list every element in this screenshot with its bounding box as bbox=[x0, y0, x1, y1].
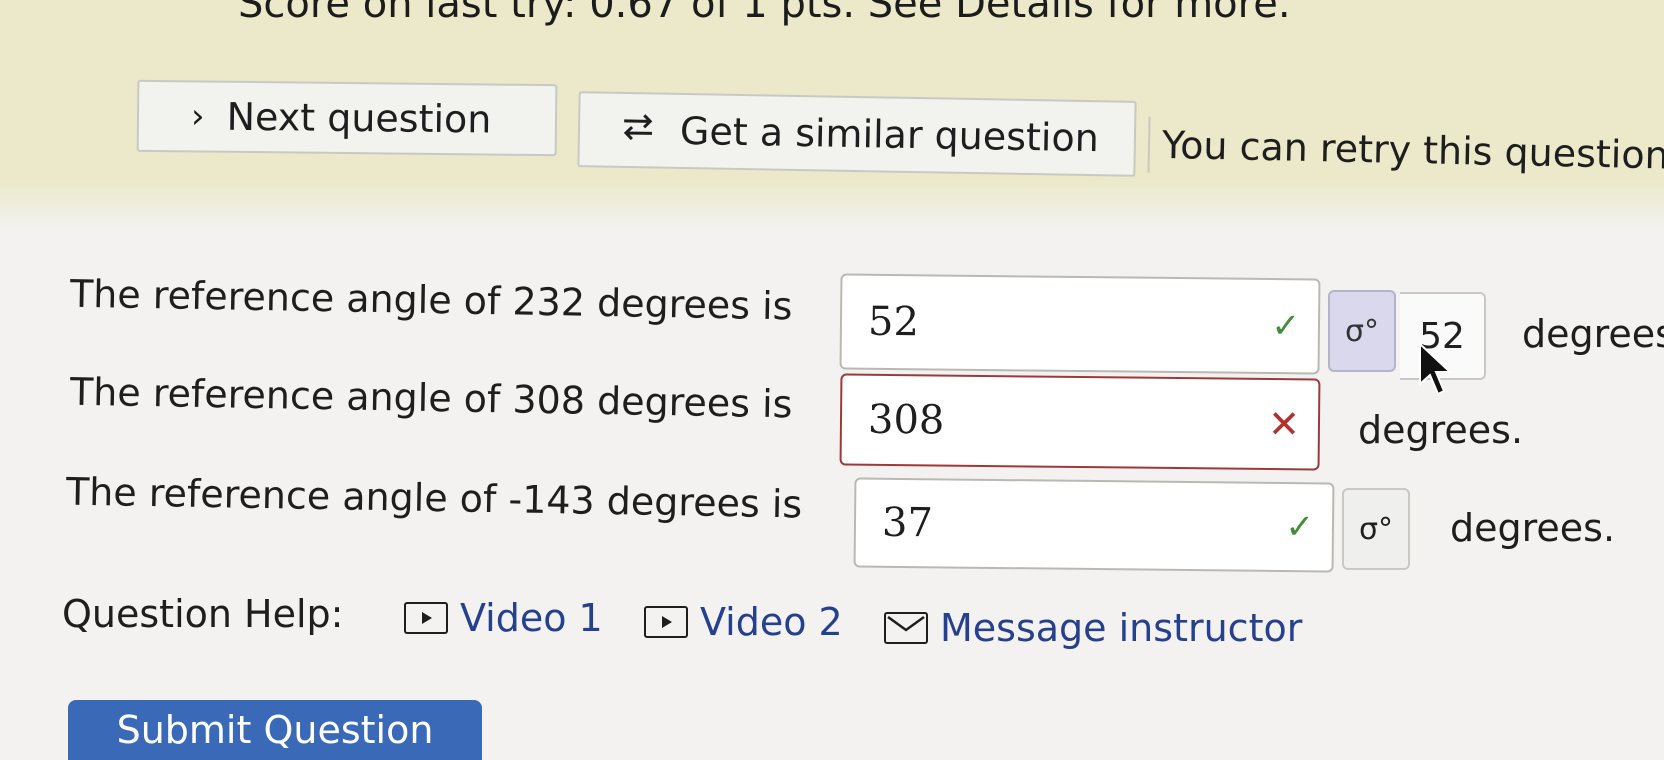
question-help-label: Question Help: bbox=[62, 592, 344, 636]
score-text: Score on last try: 0.67 of 1 pts. See De… bbox=[238, 0, 1291, 27]
question-1-answer-value: 52 bbox=[867, 298, 920, 346]
question-1-answer-field[interactable]: 52 ✓ bbox=[839, 273, 1321, 375]
play-icon bbox=[644, 606, 688, 638]
next-question-label: Next question bbox=[226, 94, 492, 142]
question-3-answer-field[interactable]: 37 ✓ bbox=[853, 477, 1335, 573]
preview-button-1[interactable]: σ° bbox=[1328, 290, 1396, 372]
question-2-answer-field[interactable]: 308 ✕ bbox=[839, 373, 1321, 471]
submit-question-button[interactable]: Submit Question bbox=[68, 700, 482, 760]
question-1-prompt: The reference angle of 232 degrees is bbox=[69, 271, 793, 329]
video-2-label: Video 2 bbox=[700, 600, 843, 644]
submit-question-label: Submit Question bbox=[116, 708, 434, 752]
similar-question-label: Get a similar question bbox=[679, 108, 1100, 161]
mouse-cursor-icon bbox=[1419, 342, 1453, 396]
chevron-right-icon: › bbox=[190, 96, 205, 137]
question-3-answer-value: 37 bbox=[881, 499, 934, 547]
question-2-unit: degrees. bbox=[1358, 408, 1524, 452]
preview-icon: σ° bbox=[1358, 511, 1393, 547]
video-1-link[interactable]: Video 1 bbox=[404, 596, 603, 640]
play-icon bbox=[404, 602, 448, 634]
similar-question-button[interactable]: Get a similar question bbox=[577, 91, 1137, 177]
video-1-label: Video 1 bbox=[460, 596, 603, 640]
x-mark-icon: ✕ bbox=[1267, 401, 1301, 447]
question-3-prompt: The reference angle of -143 degrees is bbox=[65, 469, 803, 527]
envelope-icon bbox=[884, 612, 928, 644]
question-2-prompt: The reference angle of 308 degrees is bbox=[69, 369, 793, 427]
swap-arrows-icon bbox=[618, 105, 659, 155]
banner-fade bbox=[0, 180, 1664, 230]
question-3-unit: degrees. bbox=[1450, 506, 1616, 550]
checkmark-icon: ✓ bbox=[1271, 306, 1301, 347]
message-instructor-label: Message instructor bbox=[940, 606, 1303, 650]
video-2-link[interactable]: Video 2 bbox=[644, 600, 843, 644]
next-question-button[interactable]: › Next question bbox=[136, 79, 558, 157]
question-2-answer-value: 308 bbox=[867, 396, 945, 444]
preview-icon: σ° bbox=[1344, 313, 1379, 349]
message-instructor-link[interactable]: Message instructor bbox=[884, 606, 1302, 650]
question-1-unit: degrees bbox=[1522, 312, 1664, 356]
retry-text: You can retry this question bbox=[1147, 116, 1664, 184]
checkmark-icon: ✓ bbox=[1285, 507, 1315, 548]
preview-button-3[interactable]: σ° bbox=[1342, 488, 1410, 570]
